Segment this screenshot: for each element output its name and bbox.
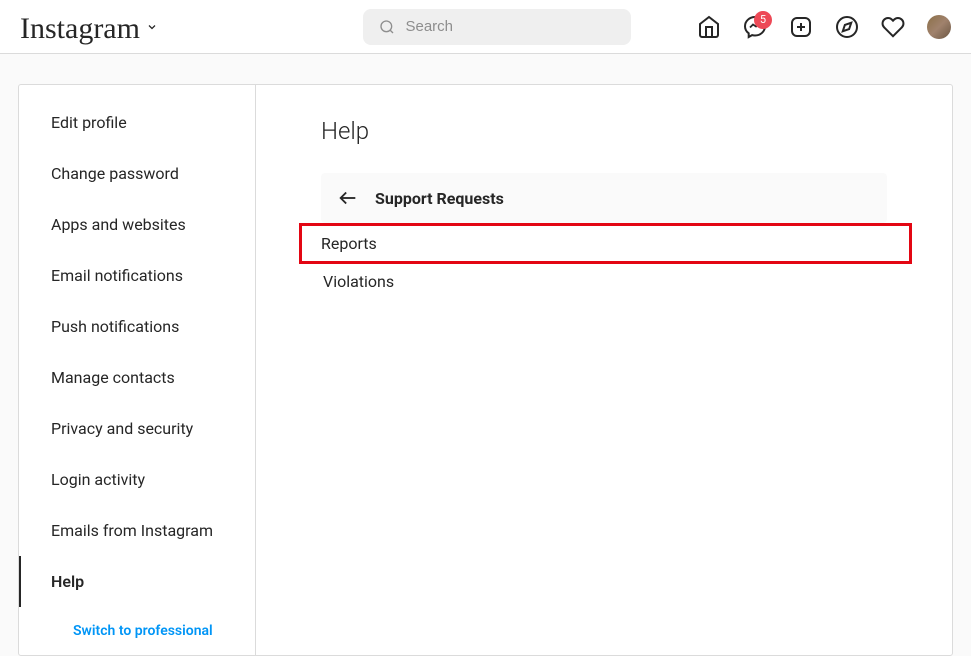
avatar [927, 15, 951, 39]
topbar-right: 5 [697, 15, 951, 39]
sidebar-item-login-activity[interactable]: Login activity [19, 454, 255, 505]
sidebar-item-emails-instagram[interactable]: Emails from Instagram [19, 505, 255, 556]
search-icon [379, 19, 395, 35]
instagram-logo[interactable]: Instagram [20, 12, 140, 46]
sidebar-item-manage-contacts[interactable]: Manage contacts [19, 352, 255, 403]
sidebar-item-change-password[interactable]: Change password [19, 148, 255, 199]
option-reports[interactable]: Reports [299, 223, 912, 264]
search-box[interactable] [363, 9, 631, 45]
sidebar-item-push-notifications[interactable]: Push notifications [19, 301, 255, 352]
settings-container: Edit profile Change password Apps and we… [18, 84, 953, 656]
sidebar-item-email-notifications[interactable]: Email notifications [19, 250, 255, 301]
messenger-icon[interactable]: 5 [743, 15, 767, 39]
content-area: Help Support Requests Reports Violations [256, 85, 952, 655]
section-title: Support Requests [375, 189, 504, 208]
sidebar-item-help[interactable]: Help [19, 556, 255, 607]
sidebar-item-privacy-security[interactable]: Privacy and security [19, 403, 255, 454]
sidebar-item-edit-profile[interactable]: Edit profile [19, 97, 255, 148]
top-nav-bar: Instagram 5 [0, 0, 971, 54]
page-title: Help [321, 117, 887, 145]
activity-icon[interactable] [881, 15, 905, 39]
notification-badge: 5 [754, 11, 772, 29]
switch-professional-link[interactable]: Switch to professional [19, 607, 255, 655]
settings-sidebar: Edit profile Change password Apps and we… [19, 85, 256, 655]
topbar-left: Instagram [20, 8, 158, 46]
sidebar-item-apps-websites[interactable]: Apps and websites [19, 199, 255, 250]
explore-icon[interactable] [835, 15, 859, 39]
back-arrow-icon[interactable] [337, 187, 359, 209]
new-post-icon[interactable] [789, 15, 813, 39]
profile-avatar[interactable] [927, 15, 951, 39]
section-header: Support Requests [321, 173, 887, 223]
chevron-down-icon[interactable] [146, 21, 158, 33]
option-violations[interactable]: Violations [321, 264, 887, 299]
home-icon[interactable] [697, 15, 721, 39]
search-input[interactable] [405, 18, 615, 35]
search-container [363, 9, 631, 45]
